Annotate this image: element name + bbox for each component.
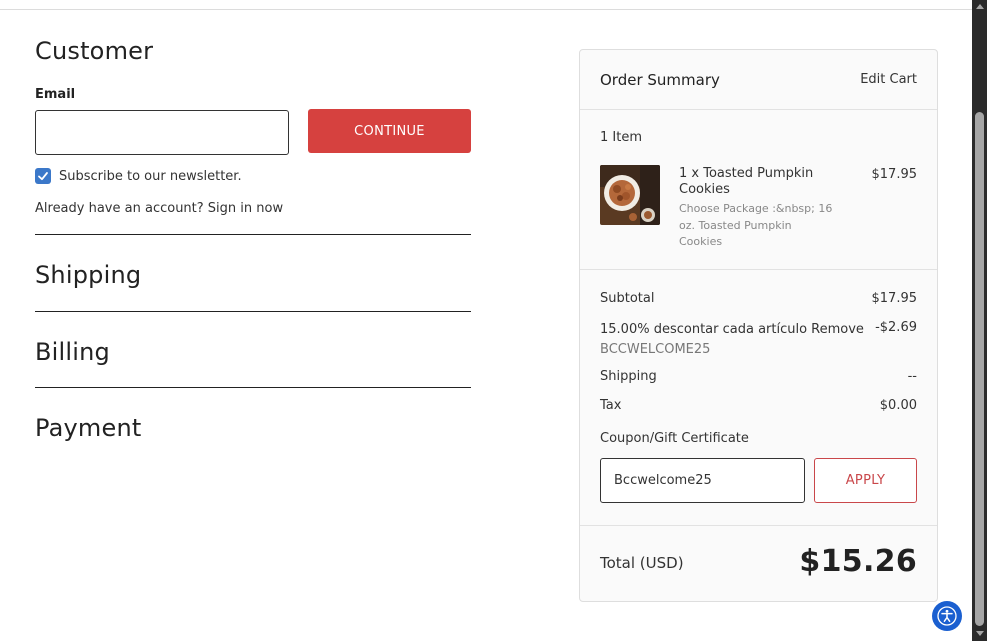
order-summary-title: Order Summary <box>600 71 720 89</box>
scroll-up-icon[interactable] <box>976 4 984 9</box>
section-divider <box>35 234 471 235</box>
payment-heading[interactable]: Payment <box>35 414 141 442</box>
accessibility-icon <box>937 606 957 626</box>
header-divider <box>0 9 972 10</box>
newsletter-checkbox[interactable] <box>35 168 51 184</box>
coupon-label: Coupon/Gift Certificate <box>600 431 749 446</box>
billing-heading[interactable]: Billing <box>35 338 110 366</box>
checkmark-icon <box>38 172 48 181</box>
scroll-down-icon[interactable] <box>976 631 984 636</box>
coupon-input[interactable]: Bccwelcome25 <box>600 458 805 503</box>
summary-divider <box>580 525 937 526</box>
shipping-label: Shipping <box>600 369 657 384</box>
section-divider <box>35 311 471 312</box>
discount-value: -$2.69 <box>875 320 917 335</box>
accessibility-button[interactable] <box>932 601 962 631</box>
total-value: $15.26 <box>799 544 917 579</box>
shipping-heading[interactable]: Shipping <box>35 261 141 289</box>
scrollbar-thumb[interactable] <box>975 112 984 626</box>
discount-block: 15.00% descontar cada artículo Remove BC… <box>600 320 865 360</box>
section-divider <box>35 387 471 388</box>
signin-link[interactable]: Already have an account? Sign in now <box>35 201 283 216</box>
discount-code: BCCWELCOME25 <box>600 342 711 357</box>
subtotal-value: $17.95 <box>871 291 918 306</box>
tax-label: Tax <box>600 398 622 413</box>
cookie-product-image <box>600 165 660 225</box>
shipping-value: -- <box>907 369 917 384</box>
items-count: 1 Item <box>600 130 642 145</box>
tax-value: $0.00 <box>879 398 917 413</box>
discount-label[interactable]: 15.00% descontar cada artículo Remove <box>600 320 865 340</box>
apply-coupon-button[interactable]: APPLY <box>814 458 917 503</box>
item-price: $17.95 <box>871 167 918 182</box>
summary-divider <box>580 269 937 270</box>
order-summary-panel: Order Summary Edit Cart 1 Item 1 x Toast… <box>579 49 938 602</box>
newsletter-label: Subscribe to our newsletter. <box>59 169 242 184</box>
total-label: Total (USD) <box>600 554 684 572</box>
customer-heading: Customer <box>35 37 154 65</box>
email-field[interactable] <box>35 110 289 155</box>
summary-divider <box>580 109 937 110</box>
subtotal-label: Subtotal <box>600 291 655 306</box>
edit-cart-link[interactable]: Edit Cart <box>860 72 917 87</box>
item-options: Choose Package :&nbsp; 16 oz. Toasted Pu… <box>679 202 833 248</box>
item-name: 1 x Toasted Pumpkin Cookies <box>679 166 814 197</box>
continue-button[interactable]: CONTINUE <box>308 109 471 153</box>
email-label: Email <box>35 87 76 102</box>
